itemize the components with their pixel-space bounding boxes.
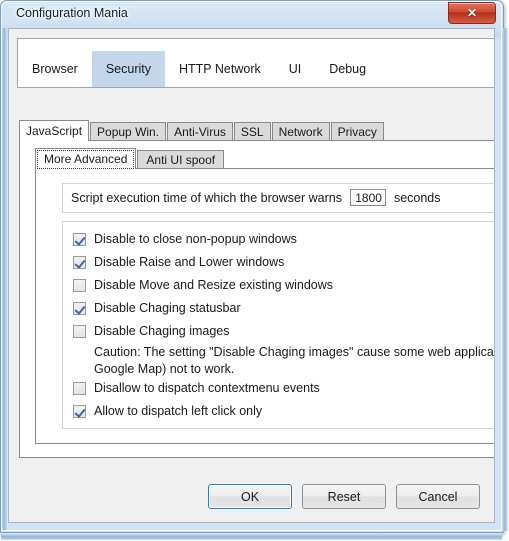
checkbox-label: Disallow to dispatch contextmenu events [94, 381, 320, 395]
checkbox-icon[interactable] [73, 278, 86, 292]
caution-text-line1: Caution: The setting "Disable Chaging im… [94, 345, 494, 359]
tab-popup-win-label: Popup Win. [97, 125, 160, 139]
client-area: Browser Security HTTP Network UI Debug J… [8, 28, 495, 523]
checkbox-label: Disable Chaging images [94, 324, 230, 338]
tab-http-network-label: HTTP Network [179, 62, 261, 76]
tab-ui-label: UI [288, 62, 302, 76]
script-execution-time-input[interactable] [349, 189, 386, 206]
checkbox-label: Disable to close non-popup windows [94, 232, 297, 246]
more-advanced-panel: Script execution time of which the brows… [35, 168, 494, 444]
checkbox-icon[interactable] [73, 324, 86, 338]
checkbox-disable-move-resize[interactable]: Disable Move and Resize existing windows [73, 278, 333, 292]
close-icon: ✕ [466, 6, 478, 20]
title-bar[interactable]: Configuration Mania ✕ [1, 1, 502, 28]
tab-debug-label: Debug [329, 62, 367, 76]
checkbox-disable-raise-lower[interactable]: Disable Raise and Lower windows [73, 255, 284, 269]
tab-network-label: Network [278, 125, 323, 139]
window-frame-bottom-edge [1, 533, 502, 540]
reset-button[interactable]: Reset [302, 484, 386, 509]
checkbox-label: Allow to dispatch left click only [94, 404, 263, 418]
script-execution-time-unit: seconds [393, 190, 441, 205]
tab-popup-win[interactable]: Popup Win. [90, 122, 167, 141]
checkbox-icon[interactable] [73, 232, 86, 246]
secondary-tab-list: JavaScript Popup Win. Anti-Virus SSL Net… [19, 120, 385, 141]
primary-tab-list: Browser Security HTTP Network UI Debug [18, 51, 380, 87]
checkbox-disable-chaging-images[interactable]: Disable Chaging images [73, 324, 230, 338]
tab-javascript[interactable]: JavaScript [19, 120, 90, 141]
tab-anti-ui-spoof-label: Anti UI spoof [146, 153, 216, 167]
tab-privacy[interactable]: Privacy [330, 122, 384, 141]
window-title: Configuration Mania [16, 6, 128, 20]
tab-anti-virus-label: Anti-Virus [174, 125, 226, 139]
primary-tab-bar: Browser Security HTTP Network UI Debug [17, 38, 494, 88]
tab-ssl-label: SSL [240, 125, 264, 139]
checkbox-disable-chaging-statusbar[interactable]: Disable Chaging statusbar [73, 301, 241, 315]
application-window: Configuration Mania ✕ Browser Security H… [0, 0, 509, 541]
checkbox-label: Disable Raise and Lower windows [94, 255, 285, 269]
checkbox-icon[interactable] [73, 301, 86, 315]
dialog-button-row: OK Reset Cancel [208, 484, 480, 509]
checkbox-icon[interactable] [73, 255, 86, 269]
reset-button-label: Reset [327, 489, 361, 504]
checkbox-icon[interactable] [73, 381, 86, 395]
tab-security-label: Security [105, 62, 151, 76]
tab-javascript-label: JavaScript [26, 124, 83, 138]
checkbox-disallow-contextmenu[interactable]: Disallow to dispatch contextmenu events [73, 381, 320, 395]
tab-browser-label: Browser [32, 62, 78, 76]
tab-ssl[interactable]: SSL [233, 122, 271, 141]
script-execution-time-row: Script execution time of which the brows… [71, 189, 441, 206]
tab-network[interactable]: Network [271, 122, 330, 141]
caution-text-line2: Google Map) not to work. [94, 362, 235, 376]
checkbox-allow-left-click-only[interactable]: Allow to dispatch left click only [73, 404, 262, 418]
checkbox-icon[interactable] [73, 404, 86, 418]
ok-button[interactable]: OK [208, 484, 292, 509]
ok-button-label: OK [240, 489, 260, 504]
cancel-button[interactable]: Cancel [396, 484, 480, 509]
checkbox-label: Disable Move and Resize existing windows [94, 278, 334, 292]
window-frame-right-edge [502, 28, 508, 531]
tab-security[interactable]: Security [91, 51, 165, 87]
close-button[interactable]: ✕ [448, 2, 496, 24]
tab-ui[interactable]: UI [275, 51, 316, 87]
tab-more-advanced-label: More Advanced [44, 152, 128, 166]
javascript-tab-panel: More Advanced Anti UI spoof Script execu… [19, 140, 494, 458]
tab-anti-ui-spoof[interactable]: Anti UI spoof [137, 150, 225, 169]
script-execution-time-group: Script execution time of which the brows… [62, 183, 494, 213]
checkbox-disable-close-non-popup[interactable]: Disable to close non-popup windows [73, 232, 297, 246]
tab-anti-virus[interactable]: Anti-Virus [167, 122, 233, 141]
javascript-options-group: Disable to close non-popup windows Disab… [62, 221, 494, 429]
cancel-button-label: Cancel [418, 489, 458, 504]
window-frame-left-edge [1, 28, 7, 531]
tertiary-tab-list: More Advanced Anti UI spoof [35, 148, 225, 169]
tab-debug[interactable]: Debug [315, 51, 380, 87]
tab-http-network[interactable]: HTTP Network [165, 51, 275, 87]
checkbox-label: Disable Chaging statusbar [94, 301, 241, 315]
tab-privacy-label: Privacy [337, 125, 377, 139]
tab-browser[interactable]: Browser [18, 51, 92, 87]
script-execution-time-label: Script execution time of which the brows… [71, 190, 342, 205]
tab-more-advanced[interactable]: More Advanced [35, 148, 137, 169]
